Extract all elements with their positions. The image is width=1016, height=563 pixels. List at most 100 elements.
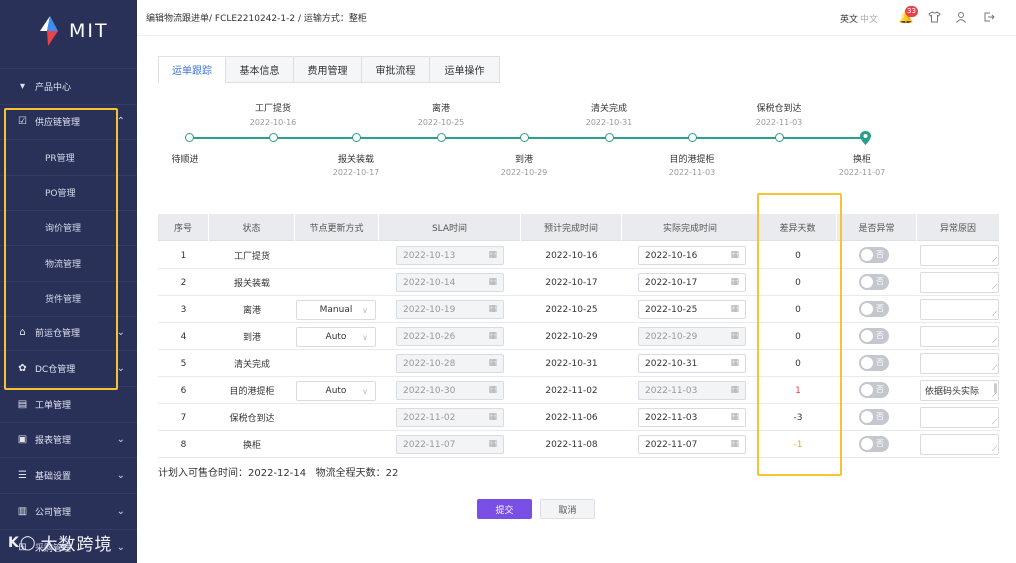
row-number: 6: [180, 385, 187, 396]
actual-date-input[interactable]: 2022-10-29 ▦: [638, 327, 746, 346]
table-row: 4 到港 Auto ∨ 2022-10-26 ▦ 2022-10-29 2022-10-29 ▦…: [158, 323, 1000, 350]
calendar-icon: ▦: [488, 412, 497, 422]
sla-date-input[interactable]: 2022-11-02 ▦: [396, 408, 504, 427]
abnormal-toggle[interactable]: 否: [859, 382, 889, 398]
timeline-label: 待顺进: [171, 155, 199, 165]
chevron-down-icon: ∨: [362, 332, 368, 342]
sla-date-input[interactable]: 2022-10-19 ▦: [396, 300, 504, 319]
timeline-label: 工厂提货: [254, 104, 292, 114]
sliders-icon: ☰: [18, 470, 27, 481]
timeline-date: 2022-11-03: [755, 118, 803, 127]
resize-grip-icon[interactable]: ⟋: [992, 310, 997, 319]
table-row: 5 清关完成 2022-10-28 ▦ 2022-10-31 2022-10-31 ▦ 0 否 ⟋: [158, 350, 1000, 377]
abnormal-toggle[interactable]: 否: [859, 355, 889, 371]
tab-2[interactable]: 费用管理: [294, 56, 362, 83]
actual-date-input[interactable]: 2022-10-31 ▦: [638, 354, 746, 373]
timeline-node: [352, 133, 361, 142]
abnormal-reason-input[interactable]: ⟋: [920, 272, 999, 293]
actual-date-input[interactable]: 2022-10-25 ▦: [638, 300, 746, 319]
tab-3[interactable]: 审批流程: [362, 56, 430, 83]
row-number: 7: [180, 412, 187, 423]
actual-date-input[interactable]: 2022-10-16 ▦: [638, 246, 746, 265]
sla-date-value: 2022-10-26: [403, 331, 456, 342]
abnormal-reason-input[interactable]: ⟋: [920, 299, 999, 320]
building-icon: ▥: [17, 506, 28, 517]
row-number: 8: [180, 439, 187, 450]
table-header: 序号 状态 节点更新方式 SLA时间 预计完成时间 实际完成时间 差异天数 是否异常 异常原因: [158, 214, 1000, 241]
sidebar-item-0[interactable]: ▾ 产品中心: [0, 69, 137, 104]
abnormal-reason-input[interactable]: ⟋: [920, 245, 999, 266]
language-switch[interactable]: 英文 中文: [840, 12, 878, 25]
toggle-text: 否: [876, 439, 884, 448]
abnormal-reason-value: 依据码头实际: [925, 387, 980, 397]
actual-date-input[interactable]: 2022-10-17 ▦: [638, 273, 746, 292]
sla-date-input[interactable]: 2022-10-26 ▦: [396, 327, 504, 346]
sidebar-item-7[interactable]: ▥ 公司管理 ⌄: [0, 494, 137, 529]
column-header: 实际完成时间: [622, 214, 759, 241]
abnormal-toggle[interactable]: 否: [859, 409, 889, 425]
abnormal-reason-input[interactable]: 依据码头实际 ⟋: [920, 380, 999, 401]
calendar-icon: ▦: [488, 358, 497, 368]
sidebar-item-4[interactable]: ▤ 工单管理: [0, 387, 137, 422]
sla-date-input[interactable]: 2022-10-30 ▦: [396, 381, 504, 400]
abnormal-toggle[interactable]: 否: [859, 274, 889, 290]
calendar-icon: ▦: [488, 331, 497, 341]
shirt-icon[interactable]: [925, 8, 943, 26]
resize-grip-icon[interactable]: ⟋: [992, 256, 997, 265]
tab-0[interactable]: 运单跟踪: [158, 56, 226, 83]
sla-date-input[interactable]: 2022-10-13 ▦: [396, 246, 504, 265]
logo-mark-icon: [40, 16, 58, 46]
cube-icon: ▾: [19, 81, 26, 92]
abnormal-reason-input[interactable]: ⟋: [920, 407, 999, 428]
toggle-text: 否: [876, 304, 884, 313]
tab-1[interactable]: 基本信息: [226, 56, 294, 83]
actual-date-input[interactable]: 2022-11-07 ▦: [638, 435, 746, 454]
sla-date-input[interactable]: 2022-10-28 ▦: [396, 354, 504, 373]
actual-date-input[interactable]: 2022-11-03 ▦: [638, 381, 746, 400]
update-mode-select[interactable]: Manual ∨: [296, 300, 376, 320]
abnormal-toggle[interactable]: 否: [859, 247, 889, 263]
submit-button[interactable]: 提交: [477, 499, 532, 519]
row-number: 2: [180, 277, 187, 288]
resize-grip-icon[interactable]: ⟋: [992, 283, 997, 292]
timeline-node: [269, 133, 278, 142]
sidebar-item-5[interactable]: ▣ 报表管理 ⌄: [0, 422, 137, 457]
abnormal-toggle[interactable]: 否: [859, 328, 889, 344]
abnormal-toggle[interactable]: 否: [859, 301, 889, 317]
tab-bar: 运单跟踪 基本信息 费用管理 审批流程 运单操作: [158, 56, 500, 83]
estimated-date: 2022-10-17: [545, 277, 598, 288]
actual-date-value: 2022-10-31: [645, 358, 698, 369]
resize-grip-icon[interactable]: ⟋: [992, 364, 997, 373]
abnormal-reason-input[interactable]: ⟋: [920, 353, 999, 374]
sidebar-item-6[interactable]: ☰ 基础设置 ⌄: [0, 458, 137, 493]
logout-icon[interactable]: [980, 8, 998, 26]
sla-date-input[interactable]: 2022-11-07 ▦: [396, 435, 504, 454]
calendar-icon: ▦: [730, 250, 739, 260]
calendar-icon: ▦: [488, 277, 497, 287]
update-mode-select[interactable]: Auto ∨: [296, 381, 376, 401]
actual-date-input[interactable]: 2022-11-03 ▦: [638, 408, 746, 427]
watermark-logo-icon: K◯: [8, 534, 37, 551]
resize-grip-icon[interactable]: ⟋: [992, 445, 997, 454]
resize-grip-icon[interactable]: ⟋: [992, 337, 997, 346]
row-status: 报关装载: [233, 279, 270, 289]
lang-cn[interactable]: 中文: [860, 15, 878, 25]
toggle-text: 否: [876, 250, 884, 259]
lang-en[interactable]: 英文: [840, 15, 858, 25]
abnormal-reason-input[interactable]: ⟋: [920, 326, 999, 347]
sla-date-input[interactable]: 2022-10-14 ▦: [396, 273, 504, 292]
estimated-date: 2022-10-29: [545, 331, 598, 342]
update-mode-select[interactable]: Auto ∨: [296, 327, 376, 347]
tab-4[interactable]: 运单操作: [430, 56, 500, 83]
resize-grip-icon[interactable]: ⟋: [992, 418, 997, 427]
row-status: 到港: [242, 333, 261, 343]
cancel-button[interactable]: 取消: [540, 499, 595, 519]
row-number: 1: [180, 250, 187, 261]
user-icon[interactable]: [952, 8, 970, 26]
doc-icon: ▤: [17, 399, 28, 410]
highlight-box-diff-days: [757, 193, 842, 476]
resize-grip-icon[interactable]: ⟋: [992, 391, 997, 400]
estimated-date: 2022-10-25: [545, 304, 598, 315]
abnormal-reason-input[interactable]: ⟋: [920, 434, 999, 455]
abnormal-toggle[interactable]: 否: [859, 436, 889, 452]
